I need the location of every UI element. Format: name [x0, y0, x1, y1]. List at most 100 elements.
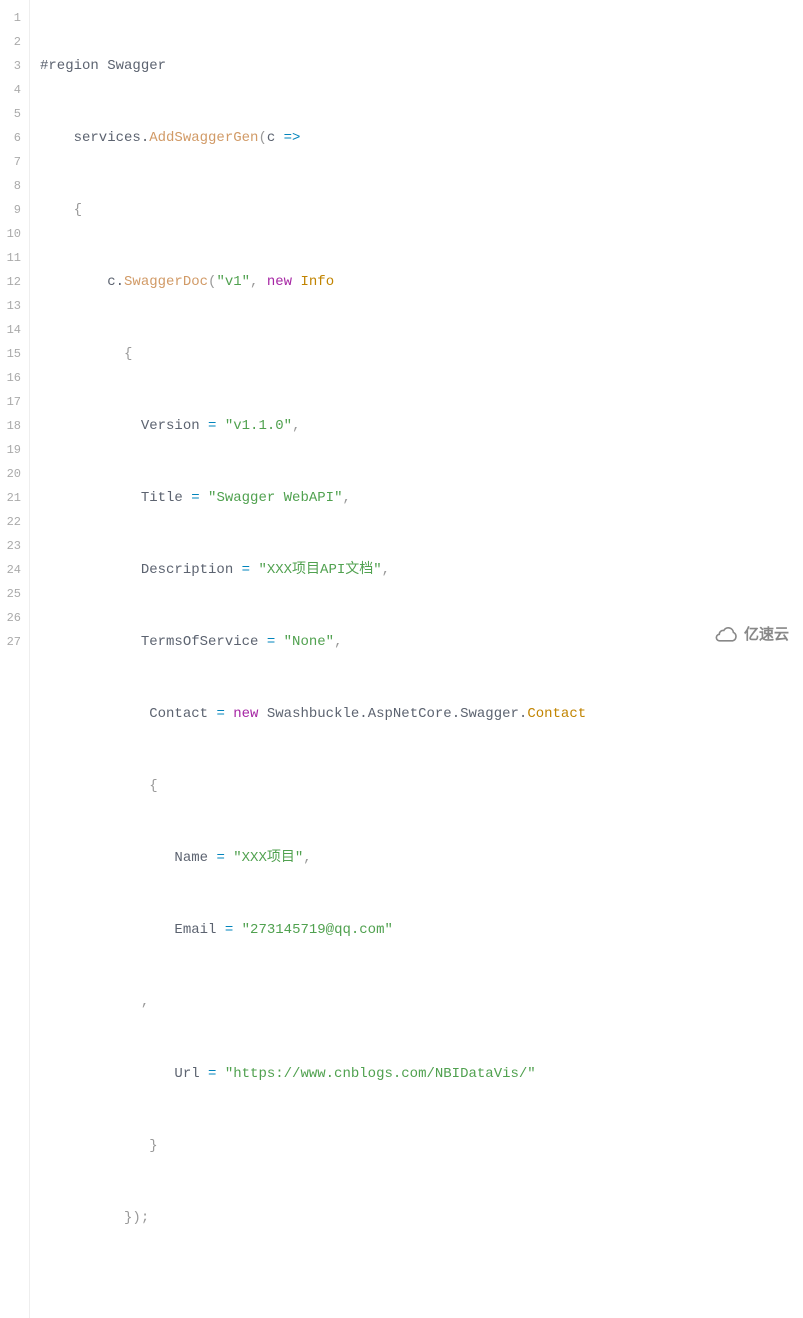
code-line: Title = "Swagger WebAPI",	[40, 486, 803, 510]
line-number: 8	[4, 174, 21, 198]
text: Name	[40, 850, 216, 866]
punc: }	[149, 1138, 157, 1154]
text: Title	[40, 490, 191, 506]
code-line: });	[40, 1206, 803, 1230]
punc: {	[124, 346, 132, 362]
line-number: 13	[4, 294, 21, 318]
line-number: 19	[4, 438, 21, 462]
space	[275, 634, 283, 650]
line-number: 2	[4, 30, 21, 54]
watermark-text: 亿速云	[744, 623, 789, 647]
code-line: {	[40, 774, 803, 798]
text	[40, 202, 74, 218]
text: Description	[40, 562, 242, 578]
op: =	[208, 1066, 216, 1082]
type: Contact	[527, 706, 586, 722]
code-line: Version = "v1.1.0",	[40, 414, 803, 438]
text: Version	[40, 418, 208, 434]
string: "v1.1.0"	[225, 418, 292, 434]
text: TermsOfService	[40, 634, 267, 650]
punc: (	[258, 130, 266, 146]
text	[40, 1210, 124, 1226]
line-number: 10	[4, 222, 21, 246]
text	[40, 346, 124, 362]
text: services.	[40, 130, 149, 146]
keyword: new	[233, 706, 258, 722]
line-number: 6	[4, 126, 21, 150]
code-line: c.SwaggerDoc("v1", new Info	[40, 270, 803, 294]
string: "https://www.cnblogs.com/NBIDataVis/"	[225, 1066, 536, 1082]
keyword: new	[267, 274, 292, 290]
line-number: 27	[4, 630, 21, 654]
punc: ,	[141, 994, 149, 1010]
text: Contact	[40, 706, 216, 722]
line-number: 11	[4, 246, 21, 270]
text: Email	[40, 922, 225, 938]
code-line: {	[40, 198, 803, 222]
method: AddSwaggerGen	[149, 130, 258, 146]
line-number: 20	[4, 462, 21, 486]
space	[216, 418, 224, 434]
text	[40, 994, 141, 1010]
line-number: 21	[4, 486, 21, 510]
line-number: 17	[4, 390, 21, 414]
code-line: Contact = new Swashbuckle.AspNetCore.Swa…	[40, 702, 803, 726]
space	[200, 490, 208, 506]
op: =	[191, 490, 199, 506]
string: "XXX项目API文档"	[258, 562, 381, 578]
code-line: ,	[40, 990, 803, 1014]
code-line: }	[40, 1134, 803, 1158]
line-number: 25	[4, 582, 21, 606]
line-number: 24	[4, 558, 21, 582]
code-editor: 1234567891011121314151617181920212223242…	[0, 0, 803, 1318]
code-line: {	[40, 342, 803, 366]
op: =	[225, 922, 233, 938]
code-line: Email = "273145719@qq.com"	[40, 918, 803, 942]
space	[216, 1066, 224, 1082]
code-line: Url = "https://www.cnblogs.com/NBIDataVi…	[40, 1062, 803, 1086]
line-number: 4	[4, 78, 21, 102]
string: "Swagger WebAPI"	[208, 490, 342, 506]
line-number: 5	[4, 102, 21, 126]
space	[258, 274, 266, 290]
punc: ,	[342, 490, 350, 506]
line-number-gutter: 1234567891011121314151617181920212223242…	[0, 0, 30, 1318]
text	[40, 1138, 149, 1154]
op: =	[242, 562, 250, 578]
space	[233, 922, 241, 938]
line-number: 7	[4, 150, 21, 174]
op: =	[216, 706, 224, 722]
text: c.	[40, 274, 124, 290]
string: "v1"	[216, 274, 250, 290]
code-content: #region Swagger services.AddSwaggerGen(c…	[30, 0, 803, 1318]
punc: ,	[382, 562, 390, 578]
string: "273145719@qq.com"	[242, 922, 393, 938]
line-number: 1	[4, 6, 21, 30]
string: "None"	[284, 634, 334, 650]
op: =>	[284, 130, 301, 146]
op: =	[267, 634, 275, 650]
space	[258, 706, 266, 722]
space	[225, 850, 233, 866]
op: =	[216, 850, 224, 866]
line-number: 9	[4, 198, 21, 222]
punc: {	[74, 202, 82, 218]
code-line: Name = "XXX项目",	[40, 846, 803, 870]
punc: ,	[303, 850, 311, 866]
text: Url	[40, 1066, 208, 1082]
line-number: 12	[4, 270, 21, 294]
line-number: 22	[4, 510, 21, 534]
line-number: 3	[4, 54, 21, 78]
punc: ,	[292, 418, 300, 434]
line-number: 16	[4, 366, 21, 390]
line-number: 15	[4, 342, 21, 366]
text: c	[267, 130, 284, 146]
text: #region Swagger	[40, 58, 166, 74]
watermark-logo: 亿速云	[714, 623, 789, 647]
punc: {	[149, 778, 157, 794]
line-number: 18	[4, 414, 21, 438]
line-number: 23	[4, 534, 21, 558]
line-number: 26	[4, 606, 21, 630]
code-line	[40, 1278, 803, 1302]
code-line: TermsOfService = "None",	[40, 630, 803, 654]
